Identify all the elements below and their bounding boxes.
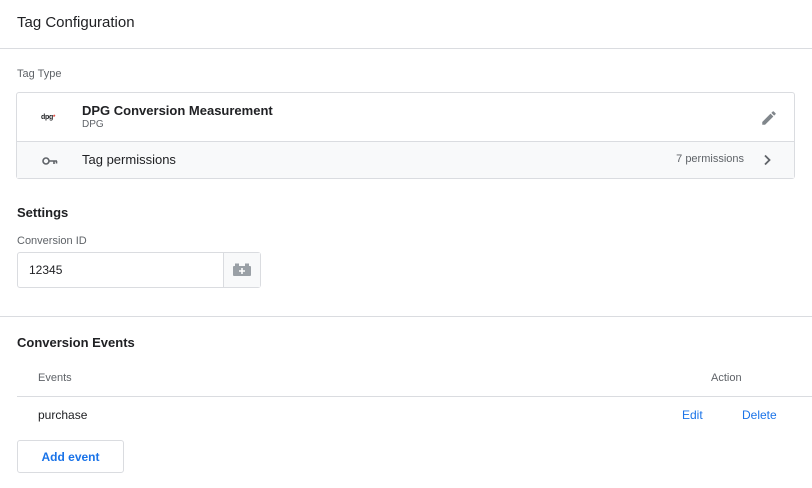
tag-permissions-row[interactable]: Tag permissions 7 permissions <box>17 142 794 178</box>
settings-title: Settings <box>17 205 69 220</box>
tag-type-label: Tag Type <box>17 68 62 80</box>
conversion-id-field <box>17 252 261 288</box>
variable-picker-icon <box>233 263 251 276</box>
pencil-icon[interactable] <box>760 109 778 127</box>
tag-type-card: dpg* DPG Conversion Measurement DPG Tag … <box>16 92 795 179</box>
edit-event-button[interactable]: Edit <box>682 408 703 422</box>
tag-permissions-label: Tag permissions <box>82 152 176 167</box>
conversion-id-label: Conversion ID <box>17 235 87 247</box>
variable-picker-button[interactable] <box>223 253 260 287</box>
chevron-right-icon <box>760 153 774 167</box>
tag-type-selector[interactable]: dpg* DPG Conversion Measurement DPG <box>17 93 794 142</box>
events-column-header: Events <box>38 372 72 384</box>
page-header: Tag Configuration <box>0 0 812 49</box>
table-row: purchase Edit Delete <box>17 397 812 433</box>
key-icon <box>42 154 58 166</box>
add-event-button[interactable]: Add event <box>17 440 124 473</box>
events-table-header: Events Action <box>17 362 812 397</box>
delete-event-button[interactable]: Delete <box>742 408 777 422</box>
dpg-logo: dpg* <box>41 114 55 121</box>
conversion-id-input[interactable] <box>18 253 224 287</box>
tag-permissions-count: 7 permissions <box>676 153 744 165</box>
tag-type-name: DPG Conversion Measurement <box>82 103 273 118</box>
tag-type-vendor: DPG <box>82 119 104 130</box>
page-title: Tag Configuration <box>17 14 135 31</box>
section-divider <box>0 316 812 317</box>
action-column-header: Action <box>711 372 742 384</box>
conversion-events-title: Conversion Events <box>17 335 135 350</box>
event-name: purchase <box>38 408 88 422</box>
